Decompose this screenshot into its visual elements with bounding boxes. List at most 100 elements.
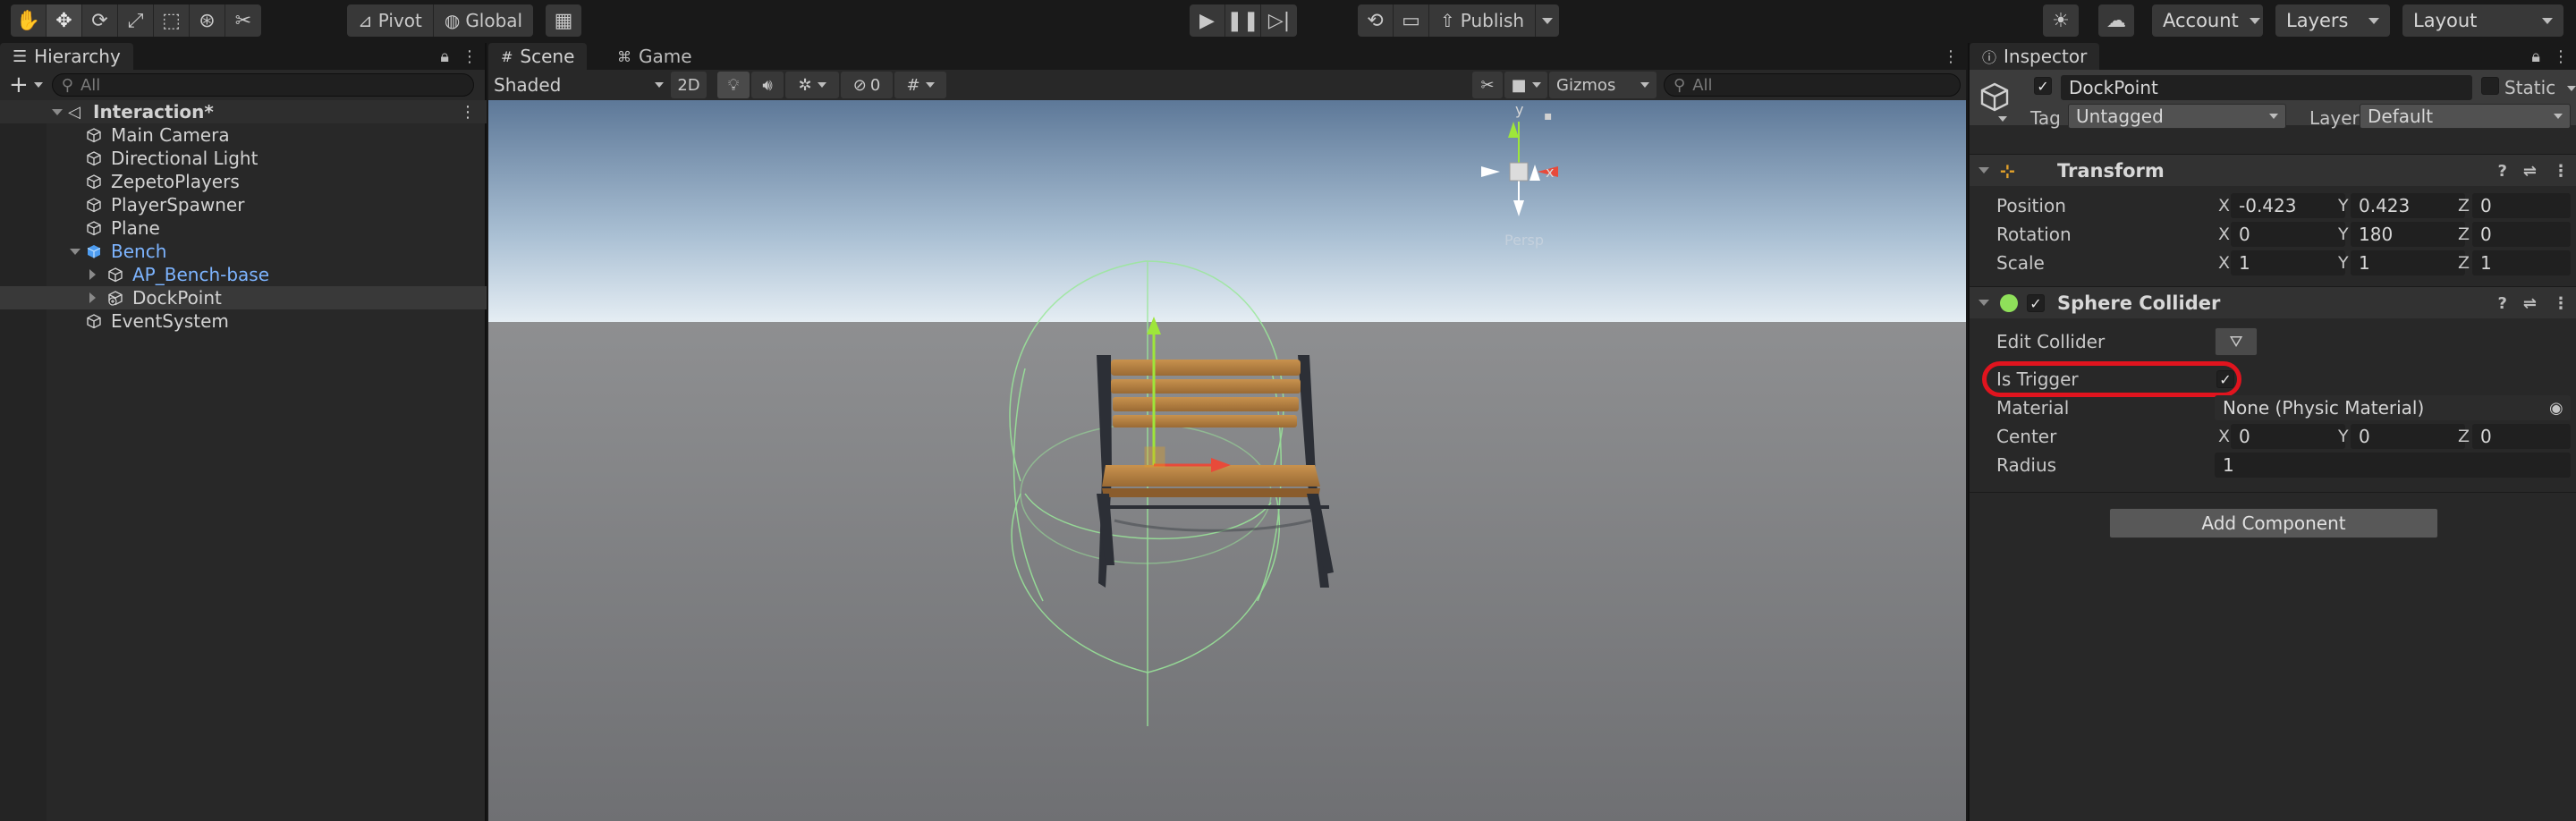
sun-icon[interactable]: ☀ [2043, 4, 2079, 37]
scene-render[interactable]: y x Persp ▪ [488, 100, 1966, 821]
center-z-field[interactable]: 0 [2472, 424, 2571, 449]
tab-game[interactable]: ⌘ Game [605, 43, 705, 70]
object-picker-icon[interactable]: ◉ [2549, 399, 2563, 418]
help-icon[interactable]: ? [2497, 162, 2506, 181]
radius-field[interactable]: 1 [2215, 453, 2571, 478]
axis-x-label[interactable]: X [2218, 196, 2230, 216]
more-menu-icon[interactable]: ⋮ [2553, 162, 2569, 181]
scene-viewport[interactable]: y x Persp ▪ [488, 100, 1966, 821]
chevron-down-icon[interactable] [2567, 86, 2576, 91]
scale-z-field[interactable]: 1 [2472, 250, 2571, 275]
rect-tool-icon[interactable]: ⬚ [154, 4, 190, 37]
grid-snap-icon[interactable]: ▦ [546, 4, 581, 37]
list-item[interactable]: ZepetoPlayers [0, 170, 487, 193]
list-item[interactable]: Plane [0, 216, 487, 240]
axis-z-label[interactable]: Z [2458, 253, 2470, 273]
move-tool-icon[interactable]: ✥ [47, 4, 82, 37]
sync-icon[interactable]: ⟲ [1358, 4, 1394, 37]
axis-y-label[interactable]: Y [2338, 224, 2349, 244]
more-menu-icon[interactable]: ⋮ [2553, 294, 2569, 313]
position-y-field[interactable]: 0.423 [2351, 193, 2465, 218]
list-item[interactable]: AP_Bench-base [0, 263, 487, 286]
rotation-y-field[interactable]: 180 [2351, 222, 2465, 247]
camera-icon[interactable]: ■ [1504, 72, 1547, 98]
more-menu-icon[interactable]: ⋮ [462, 47, 478, 66]
hidden-objects-toggle[interactable]: ⊘ 0 [841, 72, 893, 98]
material-field[interactable]: None (Physic Material) [2215, 395, 2571, 420]
tag-dropdown[interactable]: Untagged [2068, 104, 2286, 129]
scene-root-row[interactable]: ◁ Interaction* ⋮ [0, 100, 487, 123]
audio-toggle-icon[interactable]: 🔊︎ [751, 72, 784, 98]
axis-z-label[interactable]: Z [2458, 427, 2470, 446]
expand-arrow-icon[interactable] [52, 108, 63, 115]
transform-header[interactable]: ⊹ Transform ? ⇌ ⋮ [1970, 154, 2576, 186]
more-menu-icon[interactable]: ⋮ [1943, 47, 1959, 66]
help-icon[interactable]: ? [2497, 294, 2506, 313]
edit-collider-button[interactable]: ⛛ [2215, 327, 2258, 356]
sphere-collider-header[interactable]: ✓ Sphere Collider ? ⇌ ⋮ [1970, 286, 2576, 318]
scale-y-field[interactable]: 1 [2351, 250, 2465, 275]
axis-z-label[interactable]: Z [2458, 196, 2470, 216]
list-item[interactable]: Main Camera [0, 123, 487, 147]
active-checkbox[interactable]: ✓ [2034, 77, 2052, 95]
chevron-down-icon[interactable] [33, 82, 43, 88]
list-item-selected[interactable]: DockPoint [0, 286, 487, 309]
step-icon[interactable]: ▷| [1261, 4, 1297, 37]
gizmos-dropdown[interactable]: Gizmos [1549, 72, 1657, 98]
list-item[interactable]: PlayerSpawner [0, 193, 487, 216]
lock-icon[interactable]: 🔒︎ [440, 47, 449, 66]
chevron-down-icon[interactable] [1998, 116, 2007, 122]
center-x-field[interactable]: 0 [2231, 424, 2345, 449]
component-enabled-checkbox[interactable]: ✓ [2027, 294, 2045, 312]
publish-dropdown[interactable] [1536, 4, 1559, 37]
axis-y-label[interactable]: Y [2338, 253, 2349, 273]
rotation-x-field[interactable]: 0 [2231, 222, 2345, 247]
object-name-field[interactable]: DockPoint [2061, 75, 2472, 100]
axis-x-label[interactable]: X [2218, 224, 2230, 244]
scale-x-field[interactable]: 1 [2231, 250, 2345, 275]
list-item-bench[interactable]: Bench [0, 240, 487, 263]
layers-dropdown[interactable]: Layers [2275, 4, 2390, 37]
list-item[interactable]: Directional Light [0, 147, 487, 170]
grid-toggle-icon[interactable]: # [894, 72, 946, 98]
preset-icon[interactable]: ⇌ [2523, 162, 2537, 181]
layer-dropdown[interactable]: Default [2360, 104, 2571, 129]
expand-arrow-icon[interactable] [70, 248, 80, 255]
rotation-z-field[interactable]: 0 [2472, 222, 2571, 247]
tab-scene[interactable]: # Scene [488, 43, 588, 70]
global-button[interactable]: ◍ Global [434, 4, 533, 37]
scale-tool-icon[interactable]: ⤢ [118, 4, 154, 37]
account-dropdown[interactable]: Account [2152, 4, 2263, 37]
transform-tool-icon[interactable]: ⊛ [190, 4, 225, 37]
shading-mode-dropdown[interactable]: Shaded [494, 72, 664, 98]
lighting-toggle-icon[interactable]: 💡︎ [717, 72, 750, 98]
effects-toggle-icon[interactable]: ✲ [785, 72, 839, 98]
axis-y-label[interactable]: Y [2338, 196, 2349, 216]
2d-toggle-button[interactable]: 2D [671, 72, 707, 98]
device-icon[interactable]: ▭ [1394, 4, 1429, 37]
add-component-button[interactable]: Add Component [2109, 508, 2438, 538]
tools-icon[interactable]: ✂ [1472, 72, 1503, 98]
expand-arrow-icon[interactable] [1979, 300, 1989, 306]
tab-inspector[interactable]: ⓘ Inspector [1970, 43, 2100, 70]
axis-x-label[interactable]: X [2218, 253, 2230, 273]
scene-search-input[interactable]: ⚲ All [1664, 73, 1961, 97]
position-x-field[interactable]: -0.423 [2231, 193, 2345, 218]
list-item[interactable]: EventSystem [0, 309, 487, 333]
cloud-icon[interactable]: ☁ [2098, 4, 2134, 37]
position-z-field[interactable]: 0 [2472, 193, 2571, 218]
play-icon[interactable]: ▶ [1190, 4, 1225, 37]
preset-icon[interactable]: ⇌ [2523, 294, 2537, 313]
static-checkbox[interactable]: ✓ [2481, 77, 2499, 95]
add-icon[interactable]: + [9, 72, 29, 98]
pivot-button[interactable]: ⊿ Pivot [347, 4, 434, 37]
center-y-field[interactable]: 0 [2351, 424, 2465, 449]
axis-x-label[interactable]: X [2218, 427, 2230, 446]
lock-icon[interactable]: 🔒︎ [2531, 47, 2540, 66]
more-menu-icon[interactable]: ⋮ [2553, 47, 2569, 66]
expand-arrow-icon[interactable] [89, 292, 96, 303]
pause-icon[interactable]: ❚❚ [1225, 4, 1261, 37]
expand-arrow-icon[interactable] [89, 269, 96, 280]
custom-tool-icon[interactable]: ✂ [225, 4, 261, 37]
axis-z-label[interactable]: Z [2458, 224, 2470, 244]
